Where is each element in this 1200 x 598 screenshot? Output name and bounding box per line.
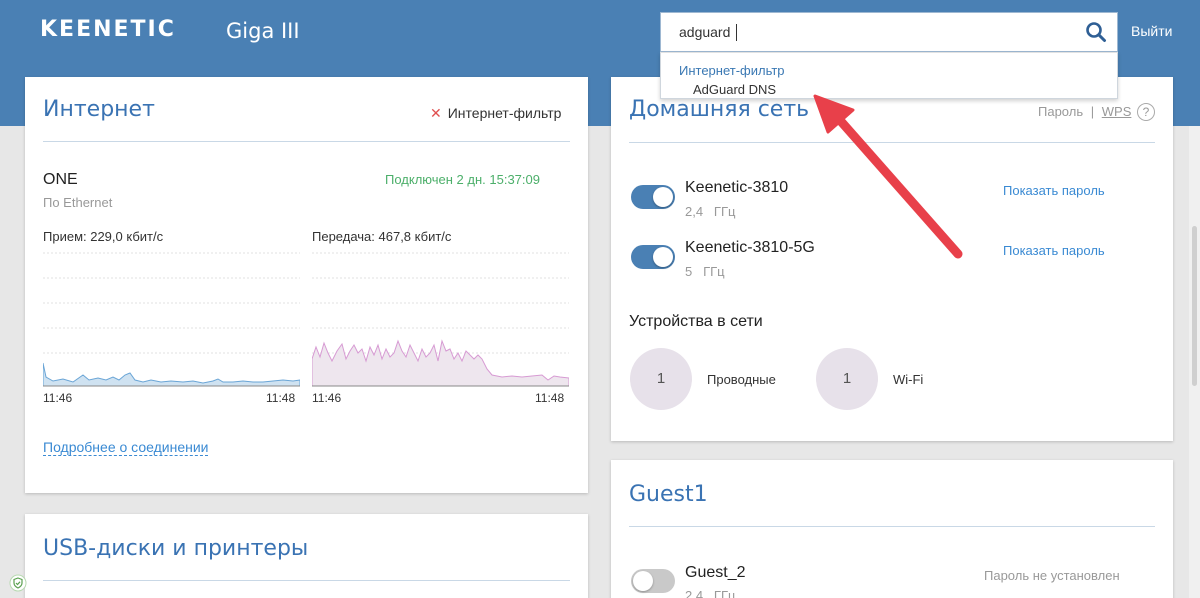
page-scrollbar[interactable]: [1189, 126, 1200, 598]
toggle-knob: [653, 247, 673, 267]
transmit-graph-area: [312, 339, 569, 387]
show-password-link[interactable]: Показать пароль: [1003, 243, 1105, 258]
transmit-time-start: 11:46: [312, 391, 342, 405]
divider: [629, 526, 1155, 527]
network-band: 5 ГГц: [685, 264, 725, 279]
search-input[interactable]: [661, 13, 1071, 51]
band-unit: ГГц: [713, 204, 736, 219]
toggle-knob: [653, 187, 673, 207]
guest-network-band: 2,4 ГГц: [685, 588, 735, 598]
toggle-knob: [633, 571, 653, 591]
show-password-link[interactable]: Показать пароль: [1003, 183, 1105, 198]
transmit-graph: [312, 252, 569, 387]
logout-button[interactable]: Выйти: [1131, 23, 1172, 39]
filter-indicator: ✕ Интернет-фильтр: [430, 105, 561, 122]
filter-label: Интернет-фильтр: [447, 105, 562, 121]
transmit-time-end: 11:48: [535, 391, 565, 405]
guest-network-card: Guest1 Guest_2 2,4 ГГц Пароль не установ…: [611, 460, 1173, 598]
wifi-devices-count[interactable]: 1: [816, 348, 878, 410]
wifi-devices-label: Wi-Fi: [893, 372, 924, 387]
device-model: Giga III: [226, 19, 300, 43]
band-unit: ГГц: [713, 588, 736, 598]
divider: [43, 141, 570, 142]
connection-type: По Ethernet: [43, 195, 113, 210]
password-wps-controls: Пароль | WPS: [1038, 104, 1131, 119]
guest-password-status: Пароль не установлен: [984, 568, 1120, 583]
separator: |: [1090, 104, 1095, 119]
usb-title: USB-диски и принтеры: [43, 536, 309, 561]
shield-icon: [9, 574, 27, 592]
band-unit: ГГц: [703, 264, 725, 279]
wired-devices-count[interactable]: 1: [630, 348, 692, 410]
guest-network-name: Guest_2: [685, 564, 746, 581]
internet-title: Интернет: [43, 97, 155, 122]
keenetic-logo: KEENETIC: [40, 17, 176, 42]
scrollbar-thumb[interactable]: [1192, 226, 1197, 386]
network-name: Keenetic-3810: [685, 179, 789, 196]
network-name: Keenetic-3810-5G: [685, 239, 815, 256]
divider: [43, 580, 570, 581]
divider: [629, 142, 1155, 143]
search-box: [660, 12, 1118, 52]
receive-label: Прием: 229,0 кбит/с: [43, 229, 164, 244]
network-toggle-keenetic-3810-5g[interactable]: [631, 245, 675, 269]
wired-devices-label: Проводные: [707, 372, 776, 387]
search-results-dropdown: Интернет-фильтр AdGuard DNS: [660, 52, 1118, 99]
receive-time-end: 11:48: [266, 391, 296, 405]
devices-title: Устройства в сети: [629, 313, 763, 330]
transmit-label: Передача: 467,8 кбит/с: [312, 229, 452, 244]
guest-network-toggle[interactable]: [631, 569, 675, 593]
search-icon[interactable]: [1085, 21, 1107, 43]
receive-time-start: 11:46: [43, 391, 73, 405]
receive-graph: [43, 252, 300, 387]
internet-card: Интернет ✕ Интернет-фильтр ONE По Etherne…: [25, 77, 588, 493]
text-caret: [736, 24, 737, 41]
band-value: 2,4: [685, 204, 704, 219]
password-link[interactable]: Пароль: [1038, 104, 1083, 119]
receive-graph-area: [43, 362, 300, 387]
network-band: 2,4 ГГц: [685, 204, 735, 219]
band-value: 2,4: [685, 588, 704, 598]
connection-name: ONE: [43, 171, 78, 188]
guest-title: Guest1: [629, 482, 708, 507]
connection-details-link[interactable]: Подробнее о соединении: [43, 439, 209, 456]
result-group-label: Интернет-фильтр: [679, 63, 785, 78]
band-value: 5: [685, 264, 693, 279]
close-icon: ✕: [430, 105, 442, 121]
result-item-adguard[interactable]: AdGuard DNS: [693, 82, 776, 97]
help-icon[interactable]: ?: [1137, 103, 1155, 121]
home-network-title: Домашняя сеть: [629, 97, 810, 122]
usb-card: USB-диски и принтеры: [25, 514, 588, 598]
wps-link[interactable]: WPS: [1102, 104, 1132, 119]
network-toggle-keenetic-3810[interactable]: [631, 185, 675, 209]
connection-status: Подключен 2 дн. 15:37:09: [385, 172, 540, 187]
home-network-card: Домашняя сеть Пароль | WPS ? Keenetic-38…: [611, 77, 1173, 441]
